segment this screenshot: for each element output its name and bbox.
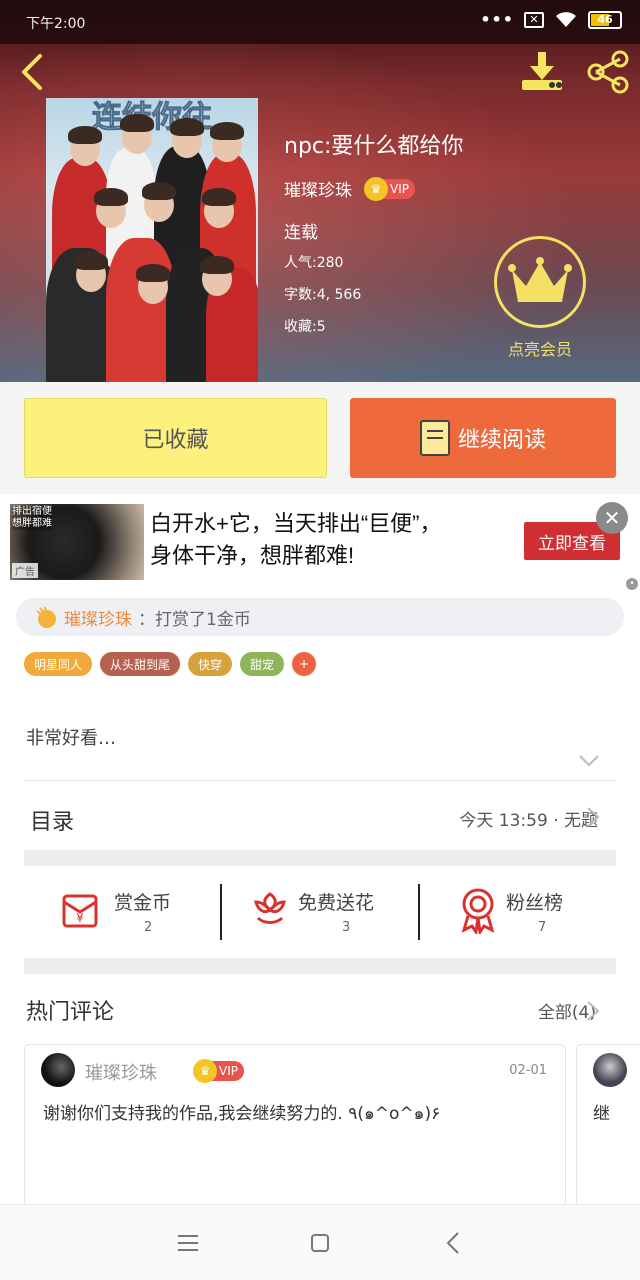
chevron-right-icon[interactable] xyxy=(586,1000,600,1022)
section-separator xyxy=(24,850,616,866)
collected-button[interactable]: 已收藏 xyxy=(24,398,327,478)
book-intro: 非常好看… xyxy=(26,728,116,749)
tag-item[interactable]: 甜宠 xyxy=(240,652,285,676)
close-icon[interactable]: ✕ xyxy=(596,502,628,534)
ad-text[interactable]: 白开水+它，当天排出“巨便”， 身体干净，想胖都难! xyxy=(150,508,510,572)
sim-off-icon: ✕ xyxy=(524,11,544,28)
book-detail-content: 璀璨珍珠 ：打赏了1金币 明星同人 从头甜到尾 快穿 甜宠 + 非常好看… 目录… xyxy=(0,590,640,1224)
ad-image[interactable]: 排出宿便 想胖都难 广告 xyxy=(10,504,144,580)
crown-icon xyxy=(508,257,572,302)
comment-text: 继 xyxy=(593,1104,610,1124)
stat-value: 7 xyxy=(538,920,547,935)
comment-text: 谢谢你们支持我的作品,我会继续努力的. ٩(๑^o^๑)۶ xyxy=(43,1104,441,1124)
vip-badge: ♛ VIP xyxy=(364,176,415,201)
gift-user[interactable]: 璀璨珍珠 xyxy=(64,605,132,630)
word-count-stat: 字数:4, 566 xyxy=(284,287,362,303)
back-icon[interactable] xyxy=(16,52,48,92)
section-separator xyxy=(24,958,616,974)
continue-reading-label: 继续阅读 xyxy=(457,428,546,453)
system-nav-bar xyxy=(0,1204,640,1280)
status-time: 下午2:00 xyxy=(26,16,86,32)
tag-item[interactable]: 快穿 xyxy=(188,652,233,676)
battery-level: 46 xyxy=(597,13,613,26)
stat-label: 免费送花 xyxy=(298,892,375,914)
menu-icon[interactable] xyxy=(172,1227,204,1259)
stat-label: 粉丝榜 xyxy=(506,892,564,914)
vip-promo-label[interactable]: 点亮会员 xyxy=(484,336,596,360)
stat-label: 赏金币 xyxy=(114,892,172,914)
medal-icon xyxy=(461,888,495,934)
reward-icon xyxy=(36,606,56,628)
ad-image-text: 排出宿便 想胖都难 xyxy=(12,506,52,530)
share-icon[interactable] xyxy=(584,50,632,94)
more-dots-icon: ••• xyxy=(480,10,514,29)
wifi-icon xyxy=(556,11,576,27)
avatar[interactable] xyxy=(41,1053,75,1087)
flower-icon xyxy=(254,892,286,924)
vip-text: VIP xyxy=(390,181,409,196)
battery-icon: 46 xyxy=(588,10,622,29)
ad-line-2: 身体干净，想胖都难! xyxy=(150,543,355,568)
reward-coins-button[interactable]: ¥ 赏金币 2 xyxy=(24,866,220,958)
comments-title: 热门评论 xyxy=(26,1000,115,1025)
comment-card[interactable]: 璀璨珍珠 ♛ VIP 02-01 谢谢你们支持我的作品,我会继续努力的. ٩(๑… xyxy=(24,1044,566,1224)
crown-icon: ♛ xyxy=(364,176,388,201)
top-bar xyxy=(0,44,640,98)
back-nav-icon[interactable] xyxy=(438,1227,470,1259)
red-envelope-icon: ¥ xyxy=(62,894,98,928)
author-name[interactable]: 璀璨珍珠 xyxy=(284,176,352,201)
gift-notice: 璀璨珍珠 ：打赏了1金币 xyxy=(16,598,624,636)
avatar[interactable] xyxy=(593,1053,627,1087)
book-status: 连载 xyxy=(284,223,318,243)
crown-icon: ♛ xyxy=(193,1059,217,1083)
download-icon[interactable] xyxy=(518,50,566,94)
reader-actions: ¥ 赏金币 2 免费送花 3 粉丝榜 7 xyxy=(24,866,616,958)
ad-tag: 广告 xyxy=(12,563,38,578)
divider xyxy=(24,780,616,781)
toc-latest-chapter[interactable]: 今天 13:59 · 无题 xyxy=(459,806,598,831)
comment-user[interactable]: 璀璨珍珠 xyxy=(85,1059,157,1085)
book-icon xyxy=(419,420,450,456)
tag-item[interactable]: 从头甜到尾 xyxy=(100,652,181,676)
action-bar: 已收藏 继续阅读 xyxy=(0,382,640,494)
ad-info-icon[interactable]: • xyxy=(626,578,638,590)
home-icon[interactable] xyxy=(304,1227,336,1259)
comment-date: 02-01 xyxy=(509,1063,547,1078)
tag-list: 明星同人 从头甜到尾 快穿 甜宠 + xyxy=(24,652,317,676)
fan-ranking-button[interactable]: 粉丝榜 7 xyxy=(420,866,616,958)
toc-title[interactable]: 目录 xyxy=(30,804,74,836)
popularity-stat: 人气:280 xyxy=(284,255,344,271)
book-title: npc:要什么都给你 xyxy=(284,134,464,159)
svg-text:¥: ¥ xyxy=(76,911,84,925)
vip-badge: ♛ VIP xyxy=(193,1059,244,1083)
stat-value: 2 xyxy=(144,920,153,935)
tag-item[interactable]: 明星同人 xyxy=(24,652,93,676)
ad-banner[interactable]: 排出宿便 想胖都难 广告 白开水+它，当天排出“巨便”， 身体干净，想胖都难! … xyxy=(0,494,640,590)
vip-crown-button[interactable] xyxy=(494,236,586,328)
status-bar: 下午2:00 ••• ✕ 46 xyxy=(0,0,640,44)
gift-text: ：打赏了1金币 xyxy=(138,609,251,630)
chevron-down-icon[interactable] xyxy=(578,754,600,768)
ad-line-1: 白开水+它，当天排出“巨便”， xyxy=(150,511,442,536)
continue-reading-button[interactable]: 继续阅读 xyxy=(350,398,616,478)
chevron-right-icon[interactable] xyxy=(586,806,600,828)
vip-text: VIP xyxy=(219,1064,238,1078)
send-flower-button[interactable]: 免费送花 3 xyxy=(222,866,418,958)
favorites-stat: 收藏:5 xyxy=(284,319,326,335)
comment-card[interactable]: 继 xyxy=(576,1044,640,1224)
add-tag-button[interactable]: + xyxy=(292,652,317,676)
book-cover[interactable]: 连结你往 xyxy=(46,98,258,382)
stat-value: 3 xyxy=(342,920,351,935)
